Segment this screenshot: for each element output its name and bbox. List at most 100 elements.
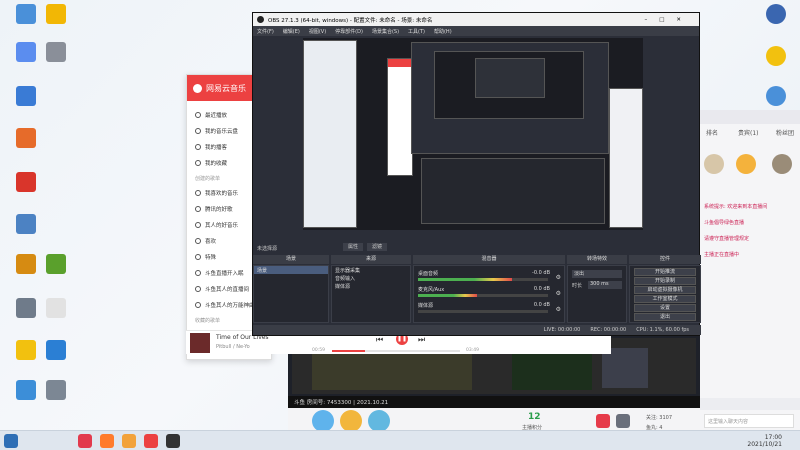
volume-level [418,278,512,281]
playlist-icon [195,254,201,260]
next-icon[interactable]: ⏭ [418,335,425,345]
live-time: LIVE: 00:00:00 [543,327,581,333]
chat-tab[interactable]: 贵宾(1) [738,128,759,137]
app-icon[interactable] [100,433,114,448]
obs-menu-item[interactable]: 视图(V) [309,28,326,35]
playlist-icon [195,302,201,308]
app-icon[interactable] [166,433,180,448]
obs-menu-item[interactable]: 帮助(H) [434,28,452,35]
transitions-dock: 淡出 时长 300 ms [567,265,627,323]
time-total: 03:49 [466,348,479,353]
playlist-icon [195,222,201,228]
desktop-icon[interactable] [6,86,46,108]
chat-message: 斗鱼倡导绿色直播 [704,220,745,226]
chat-message: 系统提示: 欢迎来到本直播间 [704,204,768,210]
star-icon [195,160,201,166]
scene-item[interactable]: 场景 [254,266,328,274]
source-item[interactable]: 媒体源 [332,282,410,290]
mixer-dock: 桌面音频 -0.0 dB ⚙ 麦克风/Aux 0.0 dB ⚙ 媒体源 0.0 dB ⚙ [413,265,565,323]
gift-box-icon[interactable] [616,414,630,428]
album-cover[interactable] [190,333,210,353]
song-artist: Pitbull / Ne-Yo [216,344,250,350]
control-button[interactable]: 设置 [634,304,696,312]
obs-menu-item[interactable]: 编辑(E) [283,28,300,35]
app-icon [16,172,36,192]
gift-icon[interactable] [368,410,390,432]
desktop-icon[interactable] [6,172,46,194]
volume-meter[interactable] [418,294,548,297]
desktop-icon[interactable] [36,42,76,64]
filters-button[interactable]: 滤镜 [367,243,387,251]
controls-dock: 开始推流 开始录制 启动虚拟摄像机 工作室模式 设置 退出 [629,265,701,323]
obs-preview[interactable] [303,38,643,230]
preview-obs [411,42,609,154]
volume-meter[interactable] [418,310,548,313]
chat-tab[interactable]: 排名 [706,128,718,137]
preview-chat [609,88,643,228]
desktop-icon[interactable] [36,4,76,26]
control-button[interactable]: 启动虚拟摄像机 [634,286,696,294]
avatar[interactable] [704,154,724,174]
chat-tab[interactable]: 粉丝团 [776,128,794,137]
scenes-dock: 场景 [253,265,329,323]
control-button[interactable]: 工作室模式 [634,295,696,303]
transition-select[interactable]: 淡出 [572,270,622,278]
chat-message: 请遵守直播管理规定 [704,236,750,242]
preview-music [387,58,413,176]
obs-menu-item[interactable]: 文件(F) [257,28,274,35]
app-icon[interactable] [78,433,92,448]
obs-logo-icon [257,16,264,23]
desktop-icon[interactable] [756,4,796,26]
mixer-channel-name: 麦克风/Aux [418,287,445,293]
desktop-icon[interactable] [36,380,76,402]
desktop-icon[interactable] [756,86,796,108]
chat-icons-bar [700,110,800,124]
gift-box-icon[interactable] [596,414,610,428]
desktop-icon[interactable] [36,340,76,362]
cloud-icon [195,128,201,134]
control-button[interactable]: 退出 [634,313,696,321]
obs-menubar: 文件(F) 编辑(E) 视图(V) 停靠部件(D) 场景集合(S) 工具(T) 帮助(H) [253,26,699,36]
volume-meter[interactable] [418,278,548,281]
obs-menu-item[interactable]: 工具(T) [408,28,425,35]
desktop-icon[interactable] [36,254,76,276]
mixer-channel-db: 0.0 dB [533,286,550,292]
chat-input[interactable]: 这里输入聊天内容 [704,414,794,428]
gift-icon[interactable] [340,410,362,432]
progress-track[interactable] [332,350,460,352]
app-icon[interactable] [144,433,158,448]
sources-dock: 显示器采集 音频输入 媒体源 [331,265,411,323]
app-icon [46,254,66,274]
desktop-icon[interactable] [36,298,76,320]
gear-icon[interactable]: ⚙ [556,290,561,297]
control-button[interactable]: 开始录制 [634,277,696,285]
obs-menu-item[interactable]: 停靠部件(D) [335,28,363,35]
avatar[interactable] [772,154,792,174]
app-icon [16,128,36,148]
source-item[interactable]: 音频输入 [332,274,410,282]
app-icon[interactable] [122,433,136,448]
obs-title: OBS 27.1.3 (64-bit, windows) - 配置文件: 未命名… [268,17,433,24]
duration-input[interactable]: 300 ms [588,281,622,289]
playlist-icon [195,238,201,244]
app-icon [16,214,36,234]
music-brand: 网易云音乐 [206,83,246,93]
followers-count: 关注: 3107 [646,415,672,421]
start-icon[interactable] [4,433,18,448]
clock: 17:00 2021/10/21 [747,434,782,448]
gear-icon[interactable]: ⚙ [556,306,561,313]
gear-icon[interactable]: ⚙ [556,274,561,281]
desktop-icon[interactable] [6,214,46,236]
control-button[interactable]: 开始推流 [634,268,696,276]
source-item[interactable]: 显示器采集 [332,266,410,274]
desktop-icon[interactable] [756,46,796,68]
app-icon [16,4,36,24]
window-controls[interactable]: –□✕ [644,17,699,23]
desktop-icon[interactable] [6,128,46,150]
playlist-icon [195,190,201,196]
properties-button[interactable]: 属性 [343,243,363,251]
obs-menu-item[interactable]: 场景集合(S) [372,28,399,35]
gift-icon[interactable] [312,410,334,432]
prev-icon[interactable]: ⏮ [376,335,383,345]
avatar[interactable] [736,154,756,174]
